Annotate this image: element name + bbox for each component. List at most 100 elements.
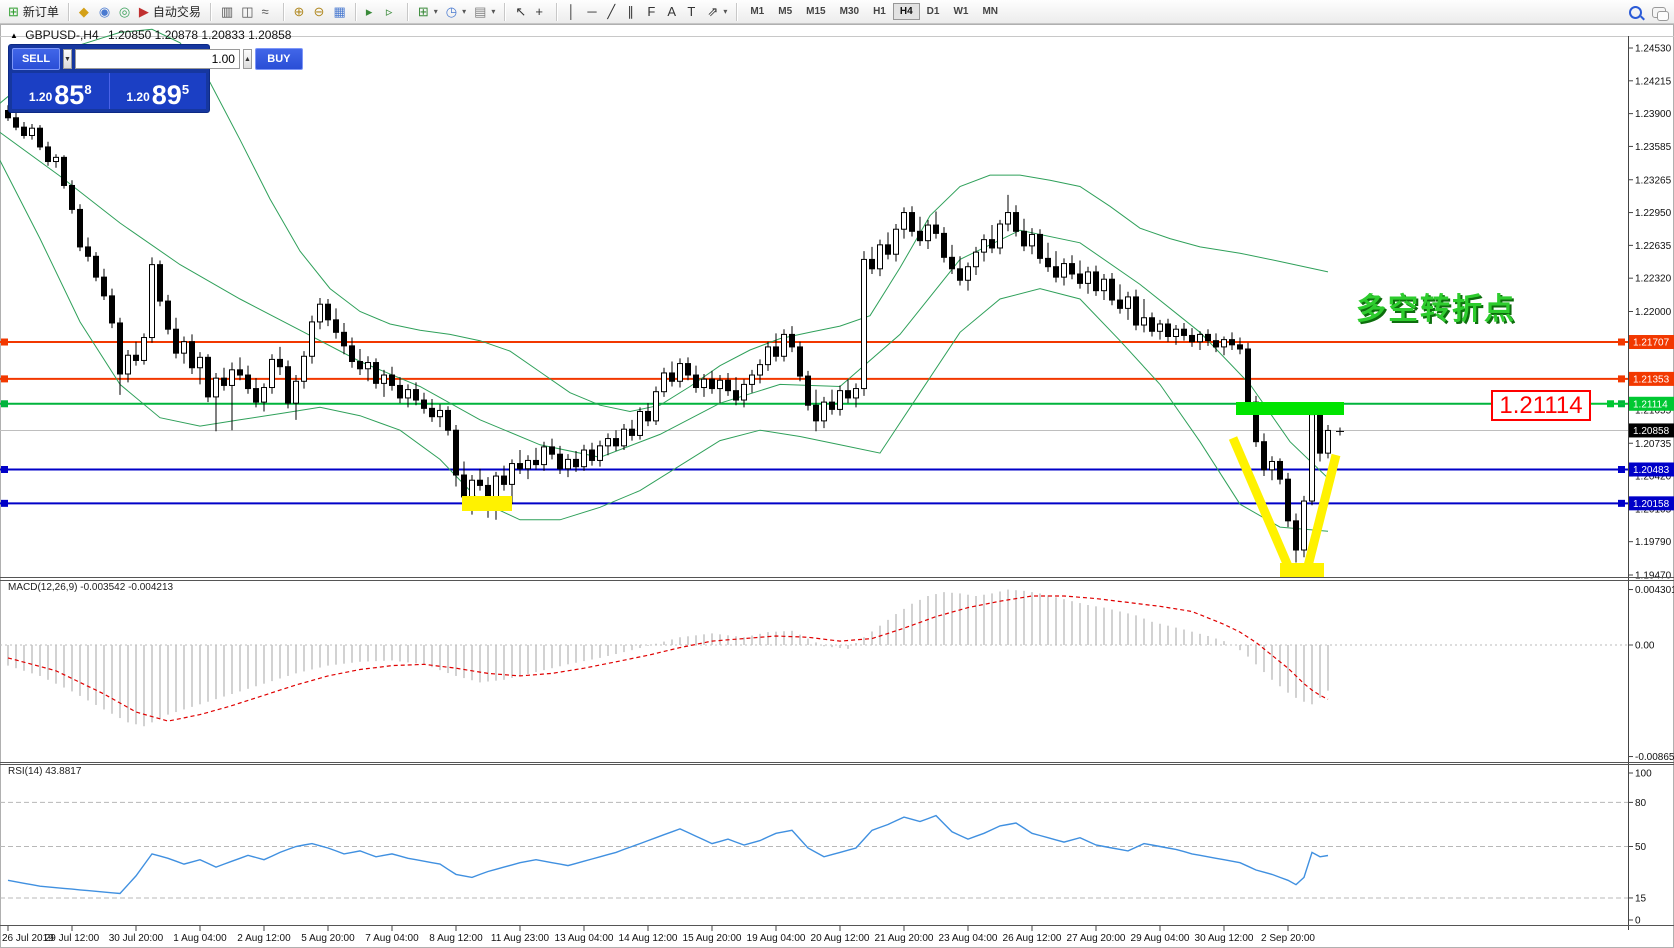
search-icon[interactable] (1629, 6, 1642, 19)
fibonacci-button[interactable]: F (643, 2, 663, 22)
trendline-icon: ╱ (607, 5, 615, 18)
tile-windows-button[interactable]: ▦ (330, 2, 350, 22)
vertical-line-button[interactable]: │ (563, 2, 583, 22)
macd-indicator-label: MACD(12,26,9) -0.003542 -0.004213 (8, 582, 173, 593)
market-watch-button[interactable]: ◆ (75, 2, 95, 22)
collapse-triangle-icon[interactable]: ▲ (10, 31, 18, 40)
templates-icon: ▤ (474, 5, 486, 18)
new-order-button-label: 新订单 (23, 3, 59, 20)
timeframe-d1-button[interactable]: D1 (920, 3, 947, 20)
time-axis-label: 29 Aug 04:00 (1131, 933, 1190, 944)
zoom-out-icon: ⊖ (314, 5, 325, 18)
horizontal-line-button[interactable]: ─ (583, 2, 603, 22)
text-label-button[interactable]: T (683, 2, 703, 22)
zoom-out-button[interactable]: ⊖ (310, 2, 330, 22)
pivot-annotation-text[interactable]: 多空转折点 (1356, 284, 1516, 328)
time-axis-label: 7 Aug 04:00 (365, 933, 419, 944)
sell-button[interactable]: SELL (12, 48, 60, 70)
time-axis-label: 11 Aug 23:00 (491, 933, 550, 944)
svg-text:1.23265: 1.23265 (1635, 175, 1672, 186)
timeframe-h1-button[interactable]: H1 (866, 3, 893, 20)
chart-canvas[interactable]: 1.245301.242151.239001.235851.232651.229… (0, 0, 1674, 948)
rsi-indicator-label: RSI(14) 43.8817 (8, 766, 81, 777)
profiles-button[interactable]: ◷▾ (442, 2, 470, 22)
text-button[interactable]: A (663, 2, 683, 22)
time-axis-label: 13 Aug 04:00 (555, 933, 614, 944)
line-chart-icon: ≈ (262, 5, 269, 18)
new-order-icon: ⊞ (8, 5, 19, 18)
svg-text:1.21353: 1.21353 (1633, 374, 1670, 385)
buy-button[interactable]: BUY (255, 48, 303, 70)
chevron-down-icon: ▾ (462, 7, 466, 16)
new-order-button[interactable]: ⊞ 新订单 (4, 2, 63, 22)
signals-icon: ◎ (119, 5, 130, 18)
signals-button[interactable]: ◎ (115, 2, 135, 22)
svg-text:1.22000: 1.22000 (1635, 307, 1672, 318)
navigator-button[interactable]: ◉ (95, 2, 115, 22)
crosshair-button[interactable]: + (531, 2, 551, 22)
buy-price[interactable]: 1.20 89 5 (110, 73, 207, 109)
svg-text:1.23585: 1.23585 (1635, 142, 1672, 153)
svg-text:50: 50 (1635, 842, 1647, 853)
auto-trading-button-label: 自动交易 (153, 3, 201, 20)
auto-scroll-icon: ▸ (366, 5, 373, 18)
svg-text:0.00: 0.00 (1635, 641, 1655, 652)
timeframe-m1-button[interactable]: M1 (743, 3, 771, 20)
timeframe-w1-button[interactable]: W1 (946, 3, 975, 20)
time-axis-label: 30 Jul 20:00 (109, 933, 164, 944)
volume-increase-button[interactable]: ▲ (243, 49, 252, 69)
auto-trading-button[interactable]: ▶自动交易 (135, 2, 205, 22)
timeframe-m15-button[interactable]: M15 (799, 3, 832, 20)
horizontal-line-icon: ─ (587, 5, 596, 18)
chart-shift-icon: ▹ (386, 5, 393, 18)
time-axis-label: 5 Aug 20:00 (301, 933, 355, 944)
cursor-icon: ↖ (515, 5, 526, 18)
crosshair-icon: + (535, 5, 543, 18)
time-axis-label: 2 Sep 20:00 (1261, 933, 1315, 944)
timeframe-mn-button[interactable]: MN (975, 3, 1005, 20)
new-chart-icon: ⊞ (418, 5, 429, 18)
svg-text:80: 80 (1635, 798, 1647, 809)
time-axis-label: 14 Aug 12:00 (619, 933, 678, 944)
time-axis-label: 27 Aug 20:00 (1067, 933, 1126, 944)
price-callout-box[interactable]: 1.21114 (1491, 390, 1591, 421)
volume-input[interactable] (75, 49, 240, 69)
channel-button[interactable]: ∥ (623, 2, 643, 22)
arrows-icon: ⇗ (707, 5, 718, 18)
time-axis-label: 29 Jul 12:00 (45, 933, 100, 944)
time-axis-label: 2 Aug 12:00 (237, 933, 291, 944)
svg-text:0: 0 (1635, 916, 1641, 927)
line-chart-button[interactable]: ≈ (258, 2, 278, 22)
trendline-button[interactable]: ╱ (603, 2, 623, 22)
timeframe-m5-button[interactable]: M5 (771, 3, 799, 20)
auto-scroll-button[interactable]: ▸ (362, 2, 382, 22)
chat-icon[interactable] (1652, 7, 1666, 18)
text-label-icon: T (687, 5, 695, 18)
arrows-button[interactable]: ⇗▾ (703, 2, 731, 22)
text-icon: A (667, 5, 676, 18)
chevron-down-icon: ▾ (723, 7, 727, 16)
svg-text:1.20858: 1.20858 (1633, 426, 1670, 437)
tile-windows-icon: ▦ (334, 5, 346, 18)
bar-chart-button[interactable]: ▥ (217, 2, 237, 22)
svg-text:15: 15 (1635, 893, 1647, 904)
time-axis-label: 23 Aug 04:00 (939, 933, 998, 944)
svg-text:1.23900: 1.23900 (1635, 109, 1672, 120)
bar-chart-icon: ▥ (221, 5, 233, 18)
time-axis-label: 21 Aug 20:00 (875, 933, 934, 944)
cursor-button[interactable]: ↖ (511, 2, 531, 22)
sell-price[interactable]: 1.20 85 8 (12, 73, 109, 109)
volume-decrease-button[interactable]: ▼ (63, 49, 72, 69)
zoom-in-button[interactable]: ⊕ (290, 2, 310, 22)
candlestick-chart-button[interactable]: ◫ (237, 2, 257, 22)
chart-shift-button[interactable]: ▹ (382, 2, 402, 22)
new-chart-button[interactable]: ⊞▾ (414, 2, 442, 22)
templates-button[interactable]: ▤▾ (470, 2, 499, 22)
svg-text:1.22635: 1.22635 (1635, 241, 1672, 252)
svg-text:1.21707: 1.21707 (1633, 338, 1670, 349)
timeframe-h4-button[interactable]: H4 (893, 3, 920, 20)
svg-text:0.004301: 0.004301 (1635, 585, 1674, 596)
time-axis-label: 20 Aug 12:00 (811, 933, 870, 944)
svg-text:100: 100 (1635, 769, 1652, 780)
timeframe-m30-button[interactable]: M30 (833, 3, 866, 20)
